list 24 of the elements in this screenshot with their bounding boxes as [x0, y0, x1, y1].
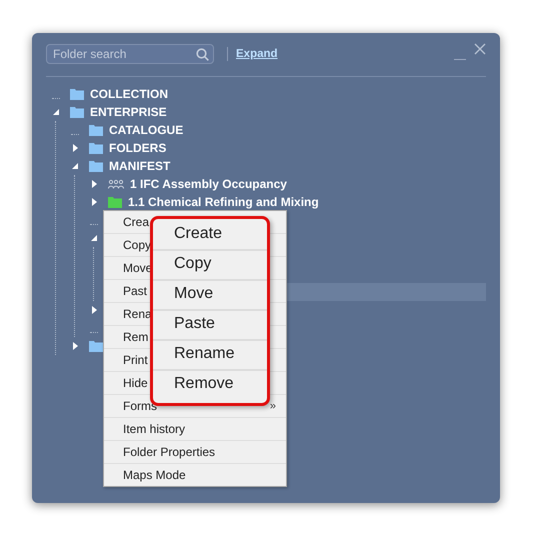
- expander-icon[interactable]: [71, 342, 79, 350]
- tree-item[interactable]: 1.1 Chemical Refining and Mixing: [128, 195, 319, 209]
- tree-item[interactable]: FOLDERS: [109, 141, 166, 155]
- people-icon: [108, 179, 124, 189]
- search-icon[interactable]: [196, 48, 209, 60]
- expander-icon[interactable]: [90, 234, 98, 242]
- close-icon[interactable]: [474, 42, 486, 54]
- tree-item[interactable]: 1 IFC Assembly Occupancy: [130, 177, 287, 191]
- menu-item[interactable]: Item history: [104, 418, 286, 441]
- tree-item[interactable]: COLLECTION: [90, 87, 168, 101]
- menu-item[interactable]: Maps Mode: [104, 464, 286, 486]
- tree-item[interactable]: MANIFEST: [109, 159, 170, 173]
- tree-item[interactable]: ENTERPRISE: [90, 105, 167, 119]
- expander-icon[interactable]: [71, 144, 79, 152]
- submenu-mark: »: [270, 400, 276, 412]
- search-field[interactable]: Folder search: [46, 44, 214, 64]
- expander-icon[interactable]: [52, 108, 60, 116]
- expand-link[interactable]: Expand: [236, 48, 278, 60]
- menu-item[interactable]: Folder Properties: [104, 441, 286, 464]
- tree-item[interactable]: CATALOGUE: [109, 123, 184, 137]
- expander-icon[interactable]: [90, 306, 98, 314]
- expander-icon[interactable]: [90, 180, 98, 188]
- expander-icon[interactable]: [90, 198, 98, 206]
- expander-icon[interactable]: [71, 162, 79, 170]
